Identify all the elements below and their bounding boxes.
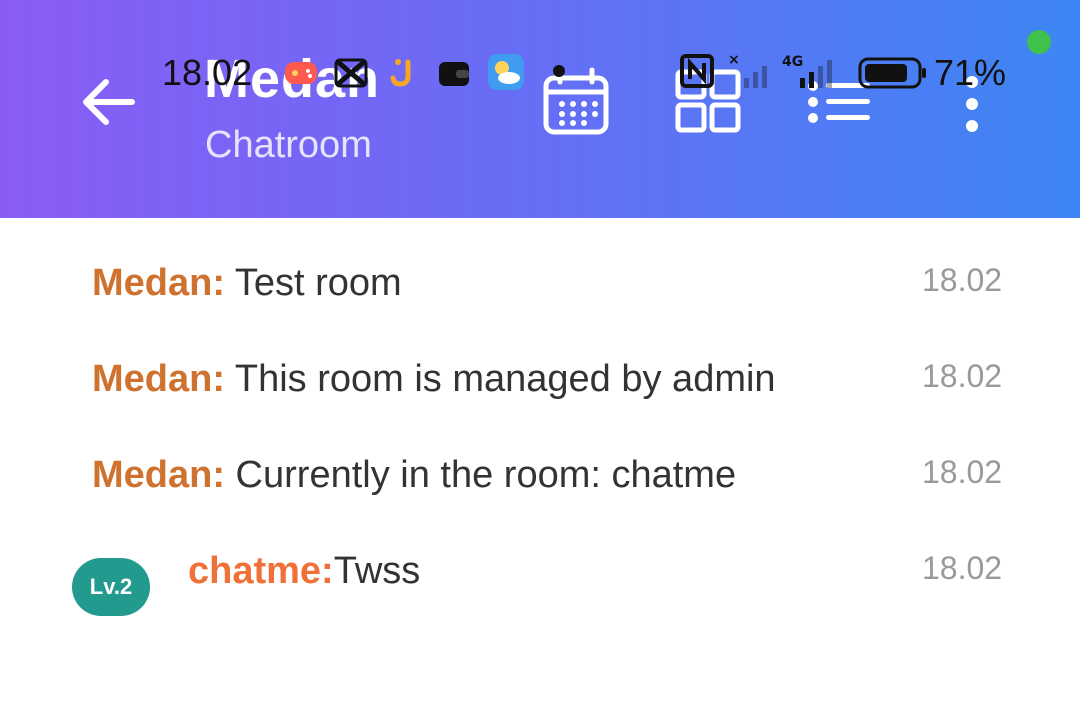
message-text: Medan: Currently in the room: chatme (92, 454, 736, 497)
weather-icon (488, 54, 524, 90)
message-text: Medan: Test room (92, 262, 402, 305)
message-row[interactable]: Lv.2 chatme:Twss 18.02 (0, 528, 1080, 624)
message-body: Twss (333, 550, 421, 592)
dot-icon (553, 65, 565, 77)
message-sender: Medan: (92, 358, 225, 400)
message-row[interactable]: Medan: This room is managed by admin 18.… (0, 336, 1080, 432)
message-sender: Medan: (92, 262, 225, 304)
message-row[interactable]: Medan: Test room 18.02 (0, 240, 1080, 336)
message-timestamp: 18.02 (922, 550, 1003, 586)
signal-icon: × 4G (728, 52, 832, 88)
message-body: Currently in the room: chatme (225, 454, 737, 496)
status-time: 18.02 (162, 52, 253, 93)
message-sender: Medan: (92, 454, 225, 496)
status-bar: 18.02 × 4G 71% (0, 40, 1080, 104)
message-sender[interactable]: chatme: (188, 550, 334, 592)
privacy-indicator-dot (1027, 30, 1051, 54)
user-level-badge[interactable]: Lv.2 (72, 558, 150, 616)
wallet-icon (439, 62, 469, 86)
app-j-icon (390, 59, 411, 87)
message-row[interactable]: Medan: Currently in the room: chatme 18.… (0, 432, 1080, 528)
nfc-icon (680, 54, 714, 88)
battery-icon (858, 57, 926, 89)
message-body: This room is managed by admin (225, 358, 776, 400)
game-icon (285, 62, 317, 84)
network-label: 4G (782, 54, 803, 70)
battery-percent: 71% (934, 52, 1007, 93)
message-body: Test room (225, 262, 402, 304)
svg-text:×: × (728, 52, 740, 68)
room-subtitle: Chatroom (205, 124, 372, 166)
chatroom-header: Medan Chatroom (0, 0, 1080, 218)
message-text: chatme:Twss (188, 550, 420, 593)
capcut-icon (334, 58, 368, 88)
message-text: Medan: This room is managed by admin (92, 358, 776, 401)
message-timestamp: 18.02 (922, 262, 1003, 298)
message-timestamp: 18.02 (922, 454, 1003, 490)
message-timestamp: 18.02 (922, 358, 1003, 394)
